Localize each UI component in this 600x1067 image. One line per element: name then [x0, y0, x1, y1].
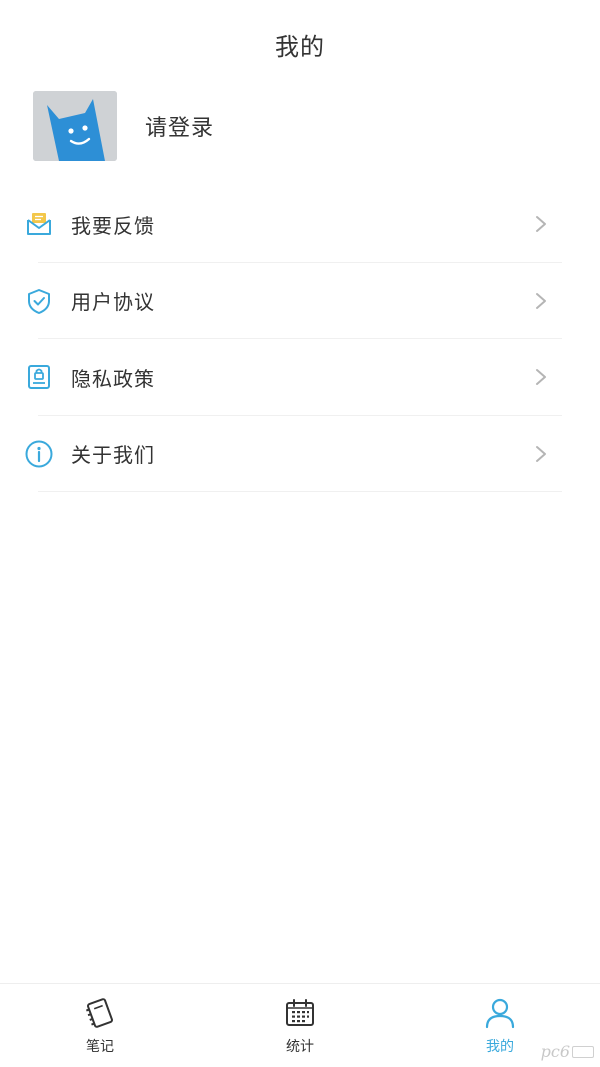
- menu-item-label: 我要反馈: [71, 213, 155, 238]
- menu-item-about-us[interactable]: 关于我们: [0, 416, 600, 492]
- top-header: 我的: [0, 0, 600, 88]
- mail-feedback-icon: [24, 209, 54, 239]
- profile-login-row[interactable]: 请登录: [0, 90, 600, 162]
- menu-item-privacy-policy[interactable]: 隐私政策: [0, 339, 600, 416]
- lock-document-icon: [24, 362, 54, 392]
- menu-item-label: 关于我们: [71, 443, 155, 468]
- menu-item-feedback[interactable]: 我要反馈: [0, 186, 600, 263]
- divider: [38, 491, 562, 492]
- tab-label: 笔记: [86, 1039, 114, 1055]
- chevron-right-icon: [536, 216, 546, 233]
- tab-label: 统计: [286, 1039, 314, 1055]
- calendar-icon: [283, 996, 317, 1030]
- user-icon: [483, 996, 517, 1030]
- watermark-badge: [572, 1045, 594, 1058]
- watermark-logo: pc6: [541, 1042, 594, 1061]
- tab-statistics[interactable]: 统计: [200, 984, 400, 1067]
- notebook-icon: [83, 996, 117, 1030]
- menu-item-user-agreement[interactable]: 用户协议: [0, 263, 600, 339]
- bottom-tab-bar: 笔记 统计 我的: [0, 983, 600, 1067]
- avatar[interactable]: [33, 91, 117, 161]
- watermark-text: pc6: [540, 1042, 570, 1061]
- chevron-right-icon: [536, 292, 546, 309]
- menu-item-label: 隐私政策: [71, 366, 155, 391]
- shield-check-icon: [24, 286, 54, 316]
- page-title: 我的: [275, 32, 325, 61]
- menu-list: 我要反馈 用户协议 隐私政策 关于我们: [0, 186, 600, 492]
- tab-notes[interactable]: 笔记: [0, 984, 200, 1067]
- menu-item-label: 用户协议: [71, 290, 155, 315]
- tab-label: 我的: [486, 1039, 514, 1055]
- cat-avatar-icon: [33, 91, 117, 161]
- chevron-right-icon: [536, 369, 546, 386]
- info-icon: [24, 439, 54, 469]
- chevron-right-icon: [536, 445, 546, 462]
- login-prompt[interactable]: 请登录: [145, 110, 214, 142]
